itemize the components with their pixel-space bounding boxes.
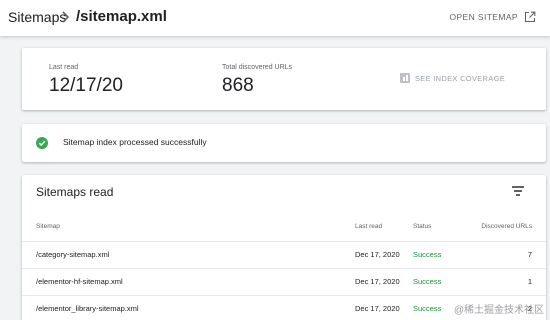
row-status: Success <box>413 250 442 259</box>
filter-icon[interactable] <box>512 186 524 196</box>
sitemaps-table-card: Sitemaps read Sitemap Last read Status D… <box>22 175 546 320</box>
row-status: Success <box>413 304 442 313</box>
top-bar: Sitemaps /sitemap.xml OPEN SITEMAP <box>0 0 550 36</box>
status-message: Sitemap index processed successfully <box>63 137 207 147</box>
see-index-coverage-label: SEE INDEX COVERAGE <box>415 73 506 83</box>
row-last-read: Dec 17, 2020 <box>355 250 400 259</box>
row-status: Success <box>413 277 442 286</box>
column-header-sitemap[interactable]: Sitemap <box>36 223 60 230</box>
table-row[interactable]: /category-sitemap.xml Dec 17, 2020 Succe… <box>22 241 546 267</box>
column-header-discovered-urls[interactable]: Discovered URLs <box>481 223 532 230</box>
watermark: @稀土掘金技术社区 <box>453 305 544 316</box>
check-circle-icon <box>36 137 48 149</box>
see-index-coverage-button[interactable]: SEE INDEX COVERAGE <box>400 73 505 83</box>
total-urls-value: 868 <box>222 75 254 96</box>
breadcrumb-root[interactable]: Sitemaps <box>8 9 66 25</box>
open-sitemap-button[interactable]: OPEN SITEMAP <box>449 11 536 23</box>
open-sitemap-label: OPEN SITEMAP <box>449 12 518 22</box>
stats-card: Last read 12/17/20 Total discovered URLs… <box>22 48 546 110</box>
row-sitemap: /elementor-hf-sitemap.xml <box>36 277 123 286</box>
table-row[interactable]: /elementor-hf-sitemap.xml Dec 17, 2020 S… <box>22 268 546 294</box>
last-read-value: 12/17/20 <box>49 75 123 96</box>
open-in-new-icon <box>524 11 536 23</box>
row-last-read: Dec 17, 2020 <box>355 277 400 286</box>
bar-chart-icon <box>400 73 410 83</box>
row-urls: 1 <box>527 277 532 286</box>
row-urls: 7 <box>527 250 532 259</box>
last-read-label: Last read <box>49 64 79 71</box>
column-header-status[interactable]: Status <box>413 223 431 230</box>
total-urls-label: Total discovered URLs <box>222 64 293 71</box>
column-header-last-read[interactable]: Last read <box>355 223 382 230</box>
chevron-right-icon <box>62 11 70 23</box>
status-card: Sitemap index processed successfully <box>22 124 546 162</box>
row-last-read: Dec 17, 2020 <box>355 304 400 313</box>
page-title: /sitemap.xml <box>76 8 167 25</box>
row-sitemap: /elementor_library-sitemap.xml <box>36 304 139 313</box>
table-title: Sitemaps read <box>36 185 114 199</box>
row-sitemap: /category-sitemap.xml <box>36 250 110 259</box>
